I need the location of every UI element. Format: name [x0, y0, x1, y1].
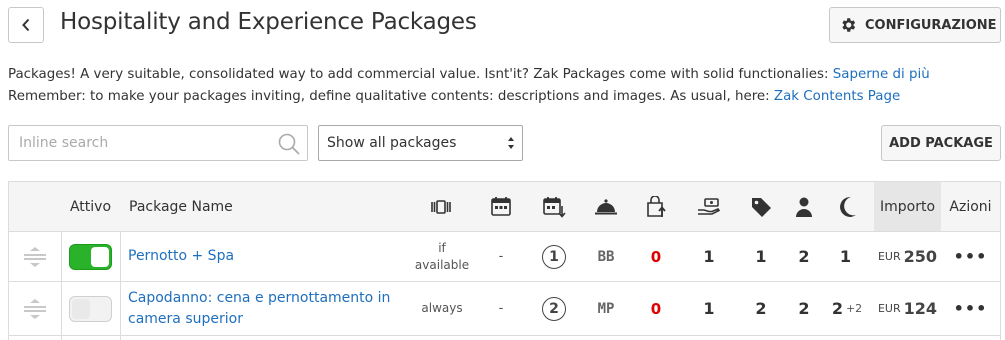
- nights-count-extra: +2: [845, 302, 863, 315]
- table-header-row: Attivo Package Name Importo Azioni: [9, 182, 1000, 232]
- nights-circle-value: 1: [542, 244, 566, 269]
- header-azioni: Azioni: [949, 198, 992, 215]
- price-currency: EUR: [877, 250, 901, 263]
- price-value: 250: [903, 247, 938, 266]
- search-input[interactable]: [9, 126, 269, 160]
- tag-icon: [752, 197, 771, 217]
- header-nights[interactable]: [529, 182, 579, 231]
- intro-line-1: Packages! A very suitable, consolidated …: [8, 64, 930, 86]
- cloche-icon: [595, 198, 617, 214]
- calendar-download-icon: [543, 196, 566, 218]
- active-toggle-cell: [61, 282, 120, 335]
- nights-circle-value: 2: [542, 296, 566, 321]
- header-board[interactable]: [581, 182, 631, 231]
- payment-value: 1: [703, 247, 715, 266]
- price-currency: EUR: [877, 302, 901, 315]
- learn-more-link[interactable]: Saperne di più: [833, 67, 930, 82]
- header-upgrade[interactable]: [631, 182, 681, 231]
- package-name-link[interactable]: Pernotto + Spa: [120, 232, 410, 281]
- header-package-name[interactable]: Package Name: [120, 182, 320, 231]
- packages-table: Attivo Package Name Importo Azioni Perno…: [8, 181, 1001, 340]
- availability-icon: [431, 199, 451, 214]
- hand-money-icon: [698, 197, 721, 215]
- configuration-label: CONFIGURAZIONE: [865, 17, 997, 33]
- intro-line-2: Remember: to make your packages inviting…: [8, 86, 930, 108]
- drag-handle-icon: [24, 246, 46, 267]
- date-range-value: -: [498, 301, 504, 316]
- active-toggle[interactable]: [69, 243, 112, 270]
- header-nights-count[interactable]: [822, 182, 872, 231]
- page-title: Hospitality and Experience Packages: [60, 9, 477, 35]
- nights-circle-cell: 2: [529, 282, 579, 335]
- upgrade-value: 0: [650, 299, 662, 318]
- board-value: MP: [597, 300, 615, 317]
- gear-icon: [842, 18, 856, 32]
- contents-page-link[interactable]: Zak Contents Page: [774, 89, 900, 104]
- intro-line-1-text: Packages! A very suitable, consolidated …: [8, 67, 833, 82]
- nights-count-main: 2: [831, 299, 843, 318]
- search-box: [8, 125, 308, 161]
- header-date-range[interactable]: [479, 182, 523, 231]
- nights-circle-cell: 1: [529, 232, 579, 281]
- intro-line-2-text: Remember: to make your packages inviting…: [8, 89, 774, 104]
- back-button[interactable]: [8, 7, 44, 43]
- filter-selected-value: Show all packages: [327, 135, 457, 151]
- search-icon: [278, 133, 300, 155]
- select-arrows-icon: [508, 137, 514, 149]
- price-cell: EUR 124: [874, 282, 941, 335]
- table-row: Pernotto + Spa if available - 1 BB 0 1 1…: [9, 232, 1000, 282]
- payment-value: 1: [703, 299, 715, 318]
- drag-handle[interactable]: [9, 232, 61, 281]
- active-toggle-cell: [61, 232, 120, 281]
- header-payment[interactable]: [684, 182, 734, 231]
- drag-handle-icon: [24, 298, 46, 319]
- nights-count-value: 2 +2: [822, 282, 872, 335]
- bag-upload-icon: [647, 195, 666, 217]
- calendar-icon: [491, 197, 511, 216]
- drag-handle[interactable]: [9, 282, 61, 335]
- active-toggle[interactable]: [69, 295, 112, 322]
- date-range-value: -: [498, 249, 504, 264]
- person-icon: [796, 197, 812, 217]
- row-actions-button[interactable]: •••: [941, 282, 1000, 335]
- header-importo[interactable]: Importo: [874, 182, 941, 231]
- moon-icon: [840, 196, 856, 217]
- availability-value: always: [421, 301, 463, 315]
- header-attivo[interactable]: Attivo: [61, 182, 120, 231]
- row-actions-button[interactable]: •••: [941, 232, 1000, 281]
- package-filter-select[interactable]: Show all packages: [318, 125, 523, 161]
- table-row: Capodanno: cena e pernottamento in camer…: [9, 282, 1000, 336]
- header-availability[interactable]: [416, 182, 466, 231]
- package-name-link[interactable]: Capodanno: cena e pernottamento in camer…: [120, 282, 410, 335]
- price-value: 124: [903, 299, 938, 318]
- nights-count-value: 1: [822, 232, 872, 281]
- add-package-button[interactable]: ADD PACKAGE: [881, 125, 1001, 161]
- chevron-left-icon: [22, 18, 30, 32]
- upgrade-value: 0: [650, 247, 662, 266]
- nights-count-main: 1: [839, 247, 852, 266]
- intro-text: Packages! A very suitable, consolidated …: [8, 64, 930, 108]
- availability-value: if available: [414, 240, 470, 272]
- board-value: BB: [597, 248, 615, 265]
- price-cell: EUR 250: [874, 232, 941, 281]
- configuration-button[interactable]: CONFIGURAZIONE: [829, 7, 1001, 43]
